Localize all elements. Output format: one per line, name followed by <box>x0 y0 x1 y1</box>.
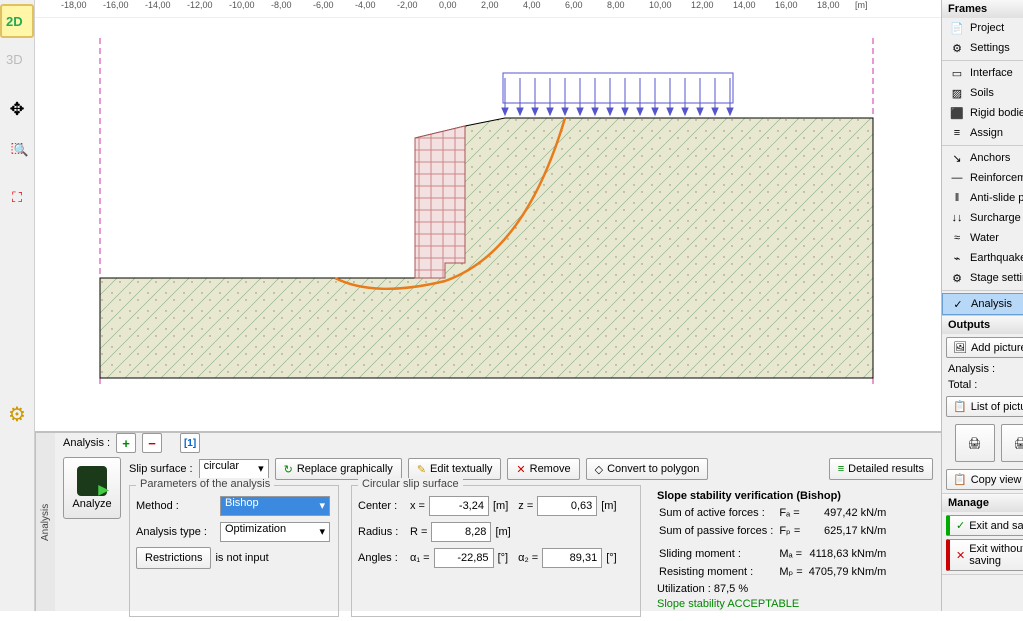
frame-item-anchors[interactable]: ↘Anchors <box>942 148 1023 168</box>
assign-icon: ≡ <box>950 126 964 140</box>
anchors-icon: ↘ <box>950 151 964 165</box>
radius-label: Radius : <box>358 526 406 538</box>
a2-input[interactable]: 89,31 <box>542 548 602 568</box>
copy-view-button[interactable]: 📋 Copy view <box>946 469 1023 490</box>
add-stage-button[interactable]: + <box>116 433 136 453</box>
list-pictures-button[interactable]: 📋 List of pictures <box>946 396 1023 417</box>
view-3d-button[interactable]: 3D <box>0 42 34 76</box>
frame-item-analysis[interactable]: ✓Analysis <box>942 293 1023 315</box>
analysis-type-label: Analysis type : <box>136 526 216 538</box>
surcharge-icon: ↓↓ <box>950 211 964 225</box>
ruler: -18,00 -16,00 -14,00 -12,00 -10,00 -8,00… <box>35 0 941 18</box>
svg-text:2D: 2D <box>6 14 23 29</box>
rigid-bodies-icon: ⬛ <box>950 106 964 120</box>
canvas[interactable]: -18,00 -16,00 -14,00 -12,00 -10,00 -8,00… <box>35 0 941 431</box>
frame-item-water[interactable]: ≈Water <box>942 228 1023 248</box>
a1-input[interactable]: -22,85 <box>434 548 494 568</box>
angles-label: Angles : <box>358 552 406 564</box>
frame-item-assign[interactable]: ≡Assign <box>942 123 1023 143</box>
add-picture-button[interactable]: 🖼 Add picture <box>946 337 1023 358</box>
frame-item-stage-settings[interactable]: ⚙Stage settings <box>942 268 1023 288</box>
anti-slide-piles-icon: ‖ <box>950 191 964 205</box>
frame-item-anti-slide-piles[interactable]: ‖Anti-slide piles <box>942 188 1023 208</box>
analysis-label: Analysis : <box>63 437 110 449</box>
method-label: Method : <box>136 500 216 512</box>
left-toolbar: 2D 3D ✥ ⬚🔍 ⛶ ⚙ <box>0 0 35 611</box>
interface-icon: ▭ <box>950 66 964 80</box>
print-1-button[interactable]: 🖨 <box>955 424 995 462</box>
restrictions-button[interactable]: Restrictions <box>136 547 211 569</box>
reinforcements-icon: — <box>950 171 964 185</box>
project-icon: 📄 <box>950 21 964 35</box>
zoom-button[interactable]: ⬚🔍 <box>0 130 34 164</box>
frame-item-surcharge[interactable]: ↓↓Surcharge <box>942 208 1023 228</box>
restrictions-text: is not input <box>215 552 268 564</box>
right-panel: Frames− 📄Project⚙Settings ▭Interface▨Soil… <box>941 0 1023 611</box>
center-label: Center : <box>358 500 406 512</box>
stage-1-button[interactable]: [1] <box>180 433 200 453</box>
frame-item-interface[interactable]: ▭Interface <box>942 63 1023 83</box>
edit-textually-button[interactable]: ✎Edit textually <box>408 458 502 480</box>
remove-stage-button[interactable]: − <box>142 433 162 453</box>
frame-item-settings[interactable]: ⚙Settings <box>942 38 1023 58</box>
settings-gear-button[interactable]: ⚙ <box>0 397 34 431</box>
slip-surface-select[interactable]: circular <box>199 459 269 479</box>
stage-settings-icon: ⚙ <box>950 271 964 285</box>
detailed-results-button[interactable]: ≡Detailed results <box>829 458 933 480</box>
settings-icon: ⚙ <box>950 41 964 55</box>
x-input[interactable]: -3,24 <box>429 496 489 516</box>
frame-item-soils[interactable]: ▨Soils <box>942 83 1023 103</box>
print-2-button[interactable]: 🖨 <box>1001 424 1023 462</box>
slip-surface-label: Slip surface : <box>129 463 193 475</box>
analyze-icon <box>77 466 107 496</box>
earthquake-icon: ⌁ <box>950 251 964 265</box>
fit-button[interactable]: ⛶ <box>0 180 34 214</box>
remove-button[interactable]: ✕Remove <box>507 458 579 480</box>
frame-item-earthquake[interactable]: ⌁Earthquake <box>942 248 1023 268</box>
method-select[interactable]: Bishop <box>220 496 330 516</box>
soils-icon: ▨ <box>950 86 964 100</box>
water-icon: ≈ <box>950 231 964 245</box>
exit-save-button[interactable]: ✓Exit and save <box>946 515 1023 536</box>
z-input[interactable]: 0,63 <box>537 496 597 516</box>
replace-graphically-button[interactable]: ↻Replace graphically <box>275 458 402 480</box>
convert-polygon-button[interactable]: ◇Convert to polygon <box>586 458 709 480</box>
frame-item-reinforcements[interactable]: —Reinforcements <box>942 168 1023 188</box>
frame-item-project[interactable]: 📄Project <box>942 18 1023 38</box>
pan-button[interactable]: ✥ <box>0 92 34 126</box>
outputs-header: Outputs− <box>942 316 1023 334</box>
drawing-svg <box>35 18 875 418</box>
analysis-type-select[interactable]: Optimization <box>220 522 330 542</box>
frame-item-rigid-bodies[interactable]: ⬛Rigid bodies <box>942 103 1023 123</box>
analyze-button[interactable]: Analyze <box>63 457 121 519</box>
view-2d-button[interactable]: 2D <box>0 4 34 38</box>
params-title: Parameters of the analysis <box>136 478 274 490</box>
frames-header: Frames− <box>942 0 1023 18</box>
manage-header: Manage− <box>942 494 1023 512</box>
bottom-tab[interactable]: Analysis <box>35 433 55 611</box>
results-box: Slope stability verification (Bishop) Su… <box>653 485 933 617</box>
circular-title: Circular slip surface <box>358 478 463 490</box>
exit-nosave-button[interactable]: ✕Exit without saving <box>946 539 1023 571</box>
svg-text:3D: 3D <box>6 52 23 67</box>
r-input[interactable]: 8,28 <box>431 522 491 542</box>
analysis-icon: ✓ <box>951 297 965 311</box>
